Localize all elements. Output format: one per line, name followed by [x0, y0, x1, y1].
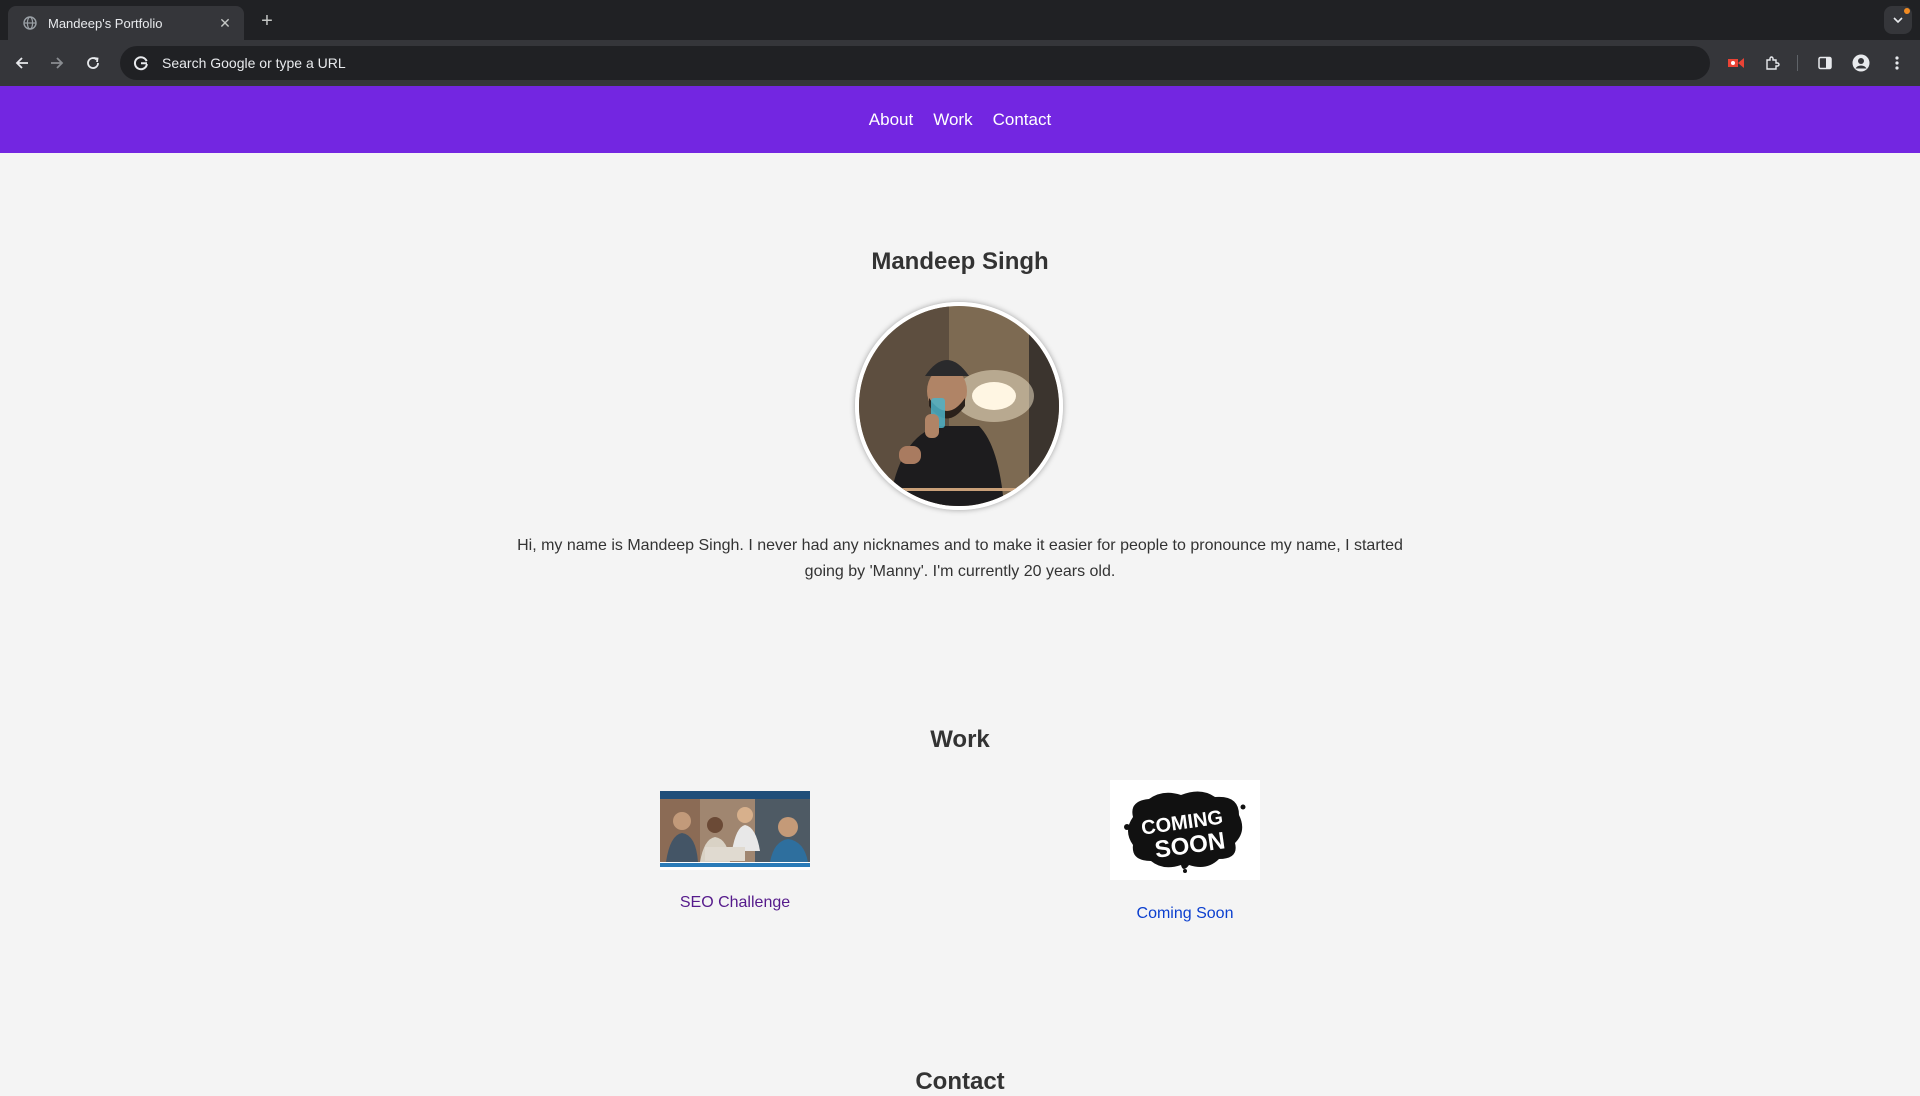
extensions-icon[interactable]: [1758, 49, 1786, 77]
profile-icon[interactable]: [1847, 49, 1875, 77]
bio-text: Hi, my name is Mandeep Singh. I never ha…: [517, 537, 1403, 580]
browser-tab[interactable]: Mandeep's Portfolio ✕: [8, 6, 244, 40]
work-heading: Work: [930, 726, 990, 753]
about-heading: Mandeep Singh: [871, 248, 1049, 275]
browser-toolbar: Search Google or type a URL: [0, 40, 1920, 86]
menu-icon[interactable]: [1883, 49, 1911, 77]
tab-title: Mandeep's Portfolio: [48, 15, 163, 31]
globe-icon: [22, 15, 38, 31]
nav-link-work[interactable]: Work: [933, 110, 972, 130]
new-tab-icon[interactable]: +: [255, 9, 279, 33]
tab-close-icon[interactable]: ✕: [216, 14, 234, 32]
seo-challenge-link[interactable]: SEO Challenge: [620, 894, 850, 912]
google-icon: [132, 54, 150, 72]
reload-icon[interactable]: [79, 49, 107, 77]
site-nav: About Work Contact: [0, 86, 1920, 153]
nav-link-about[interactable]: About: [869, 110, 913, 130]
nav-link-contact[interactable]: Contact: [993, 110, 1052, 130]
side-panel-icon[interactable]: [1811, 49, 1839, 77]
contact-heading: Contact: [915, 1068, 1005, 1095]
notification-dot: [1904, 8, 1910, 14]
address-bar[interactable]: Search Google or type a URL: [120, 46, 1710, 80]
seo-challenge-thumbnail[interactable]: [660, 791, 810, 870]
profile-photo: [855, 302, 1063, 510]
browser-tab-bar: Mandeep's Portfolio ✕ +: [0, 0, 1920, 40]
back-icon[interactable]: [8, 49, 36, 77]
toolbar-divider: [1797, 55, 1798, 71]
coming-soon-thumbnail[interactable]: COMING SOON: [1110, 780, 1260, 880]
forward-icon[interactable]: [43, 49, 71, 77]
tab-search-button[interactable]: [1884, 6, 1912, 34]
address-placeholder: Search Google or type a URL: [162, 55, 346, 71]
chevron-down-icon: [1893, 17, 1903, 24]
recording-extension-icon[interactable]: [1722, 49, 1750, 77]
coming-soon-link[interactable]: Coming Soon: [1070, 905, 1300, 923]
